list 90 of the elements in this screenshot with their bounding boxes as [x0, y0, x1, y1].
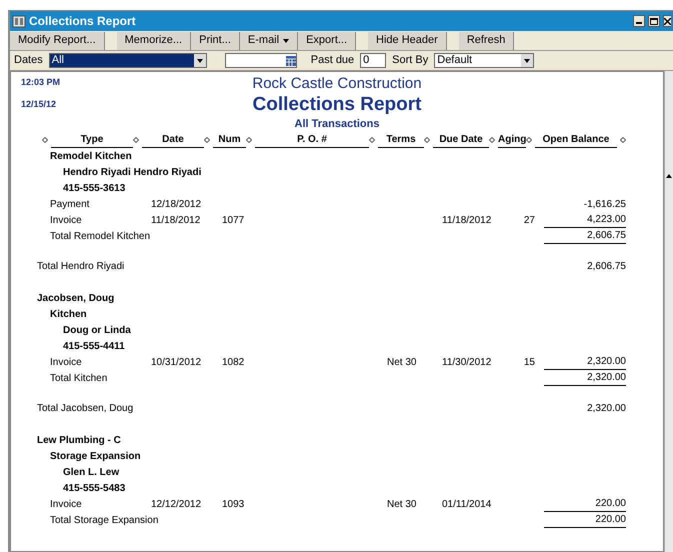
- table-cell-text: Invoice: [50, 214, 82, 228]
- column-handle-icon[interactable]: [369, 137, 375, 143]
- group-heading: Kitchen: [50, 308, 87, 320]
- past-due-label: Past due: [310, 53, 354, 68]
- dates-label: Dates: [14, 53, 43, 68]
- column-header[interactable]: Terms: [386, 134, 416, 145]
- past-due-field[interactable]: 0: [360, 53, 386, 68]
- group-heading: 415-555-3613: [63, 182, 126, 194]
- sort-by-label: Sort By: [392, 53, 428, 68]
- report-subtitle: All Transactions: [294, 117, 380, 132]
- email-menu-button[interactable]: E-mail: [240, 32, 298, 50]
- toolbar-button[interactable]: Print...: [191, 32, 240, 50]
- table-cell-text: 4,223.00: [587, 213, 626, 227]
- group-heading: 415-555-4411: [63, 340, 125, 352]
- column-header[interactable]: Type: [80, 134, 104, 145]
- total-label: Total Jacobsen, Doug: [37, 402, 134, 414]
- table-cell-text: Net 30: [387, 356, 416, 370]
- table-cell-text: 12/18/2012: [151, 198, 202, 212]
- total-amount: 2,320.00: [587, 371, 626, 385]
- calendar-icon[interactable]: [286, 56, 296, 66]
- column-header[interactable]: Num: [218, 134, 241, 145]
- group-heading: Doug or Linda: [63, 324, 131, 336]
- close-button[interactable]: [663, 15, 671, 27]
- column-handle-icon[interactable]: [620, 137, 626, 143]
- report-icon: [12, 14, 26, 28]
- company-name: Rock Castle Construction: [252, 74, 422, 94]
- column-header[interactable]: P. O. #: [297, 134, 327, 145]
- total-label: Total Kitchen: [50, 372, 108, 384]
- table-cell-text: 11/18/2012: [442, 214, 492, 228]
- sort-by-dropdown[interactable]: Default: [434, 53, 534, 68]
- table-cell-text: Payment: [50, 198, 90, 212]
- column-header[interactable]: Date: [162, 134, 184, 145]
- table-cell-text: -1,616.25: [584, 198, 626, 212]
- table-cell-text: 11/30/2012: [442, 356, 492, 370]
- group-heading: Storage Expansion: [50, 450, 141, 462]
- group-heading: Hendro Riyadi Hendro Riyadi: [63, 166, 202, 178]
- minimize-button[interactable]: [633, 15, 645, 27]
- scrollbar[interactable]: [664, 71, 673, 552]
- report-date: 12/15/12: [21, 98, 58, 110]
- column-handle-icon[interactable]: [133, 137, 139, 143]
- maximize-icon: [650, 18, 658, 24]
- table-cell-text: 11/18/2012: [151, 214, 200, 228]
- column-header[interactable]: Open Balance: [542, 134, 610, 145]
- table-cell-text: Net 30: [387, 498, 416, 512]
- table-cell-text: 220.00: [595, 497, 626, 511]
- report-time: 12:03 PM: [21, 76, 62, 89]
- date-field[interactable]: [224, 53, 297, 68]
- total-label: Total Storage Expansion: [50, 514, 158, 526]
- group-heading: Lew Plumbing - C: [37, 434, 121, 446]
- column-handle-icon[interactable]: [204, 137, 210, 143]
- total-label: Total Hendro Riyadi: [37, 260, 124, 272]
- total-label: Total Remodel Kitchen: [50, 230, 150, 242]
- column-handle-icon[interactable]: [526, 137, 532, 143]
- column-handle-icon[interactable]: [42, 137, 48, 143]
- column-handle-icon[interactable]: [246, 137, 252, 143]
- column-header[interactable]: Due Date: [439, 134, 483, 145]
- toolbar-button[interactable]: Refresh: [458, 32, 514, 50]
- toolbar-button[interactable]: Export...: [298, 32, 356, 50]
- table-cell-text: 01/11/2014: [442, 498, 492, 512]
- table-cell-text: Invoice: [50, 498, 82, 512]
- total-amount: 2,606.75: [587, 260, 626, 274]
- group-heading: Jacobsen, Doug: [37, 292, 114, 304]
- table-cell-text: 12/12/2012: [151, 498, 202, 512]
- group-heading: Glen L. Lew: [63, 466, 120, 478]
- dates-dropdown[interactable]: All: [48, 53, 207, 68]
- minimize-icon: [636, 22, 642, 24]
- table-cell-text: 2,320.00: [587, 355, 626, 369]
- total-amount: 220.00: [595, 513, 626, 527]
- maximize-button[interactable]: [648, 15, 660, 27]
- column-handle-icon[interactable]: [424, 137, 430, 143]
- table-cell-text: 27: [524, 214, 535, 228]
- report-title: Collections Report: [252, 94, 422, 116]
- total-amount: 2,320.00: [587, 402, 626, 416]
- table-cell-text: Invoice: [50, 356, 82, 370]
- group-heading: 415-555-5483: [63, 482, 126, 494]
- table-cell-text: 10/31/2012: [151, 356, 202, 370]
- table-cell-text: 1093: [222, 498, 244, 512]
- column-handle-icon[interactable]: [489, 137, 495, 143]
- dropdown-arrow-icon: [283, 38, 290, 42]
- toolbar-button[interactable]: Modify Report...: [10, 32, 105, 50]
- column-header[interactable]: Aging: [498, 134, 526, 145]
- toolbar-button[interactable]: Hide Header: [368, 32, 447, 50]
- toolbar-button[interactable]: Memorize...: [116, 32, 192, 50]
- total-amount: 2,606.75: [587, 229, 626, 243]
- close-icon: [664, 18, 671, 24]
- group-heading: Remodel Kitchen: [50, 150, 132, 162]
- table-cell-text: 1077: [222, 214, 244, 228]
- table-cell-text: 15: [524, 356, 535, 370]
- table-cell-text: 1082: [222, 356, 244, 370]
- window-title: Collections Report: [29, 13, 136, 30]
